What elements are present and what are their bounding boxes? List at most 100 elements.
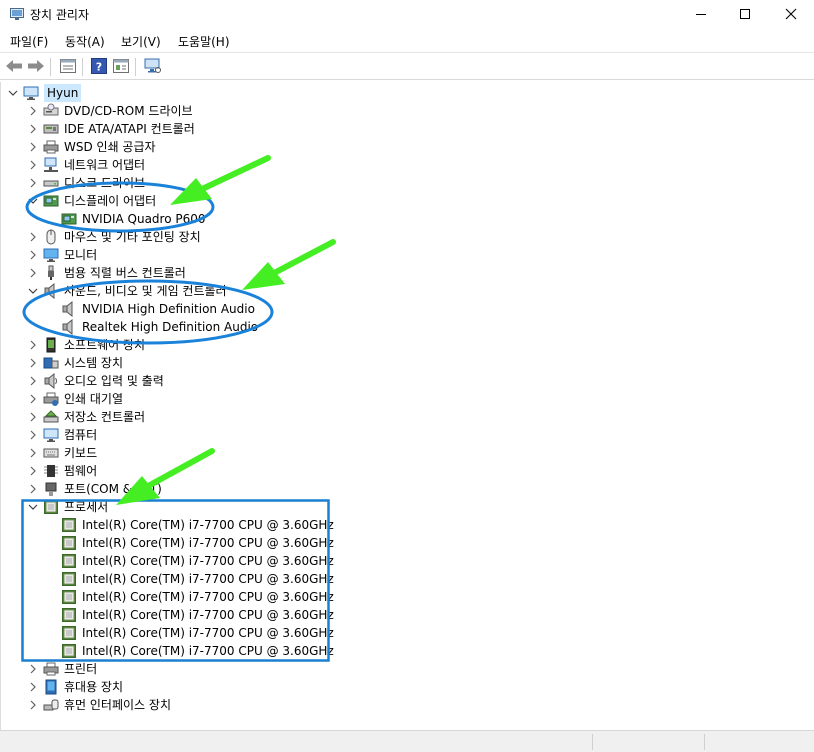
menu-view[interactable]: 보기(V) [121, 33, 161, 50]
close-button[interactable] [768, 0, 814, 30]
tree-category-item[interactable]: 키보드 [27, 444, 97, 462]
chevron-right-icon[interactable] [27, 375, 39, 387]
tree-root-item[interactable]: Hyun [7, 84, 82, 102]
properties-button[interactable] [58, 57, 78, 77]
chevron-down-icon[interactable] [27, 501, 39, 513]
tree-device-item[interactable]: Intel(R) Core(TM) i7-7700 CPU @ 3.60GHz [45, 642, 334, 660]
status-divider [704, 734, 705, 750]
chevron-right-icon[interactable] [27, 465, 39, 477]
chevron-right-icon[interactable] [27, 249, 39, 261]
monitor-scan-icon [144, 58, 162, 77]
chevron-right-icon[interactable] [27, 177, 39, 189]
chevron-down-icon[interactable] [7, 87, 19, 99]
tree-category-item[interactable]: 디스플레이 어댑터 [27, 192, 156, 210]
chevron-right-icon[interactable] [27, 411, 39, 423]
tree-device-item[interactable]: Intel(R) Core(TM) i7-7700 CPU @ 3.60GHz [45, 624, 334, 642]
menu-action[interactable]: 동작(A) [65, 33, 105, 50]
chevron-right-icon[interactable] [27, 663, 39, 675]
tree-category-item[interactable]: 오디오 입력 및 출력 [27, 372, 164, 390]
tree-item-label: Intel(R) Core(TM) i7-7700 CPU @ 3.60GHz [82, 590, 334, 604]
tree-item-label: 범용 직렬 버스 컨트롤러 [64, 266, 186, 280]
minimize-button[interactable] [678, 0, 724, 30]
tree-item-label: Hyun [44, 84, 82, 102]
tree-device-item[interactable]: Intel(R) Core(TM) i7-7700 CPU @ 3.60GHz [45, 516, 334, 534]
tree-category-item[interactable]: 모니터 [27, 246, 97, 264]
chevron-right-icon[interactable] [27, 447, 39, 459]
tree-category-item[interactable]: 휴먼 인터페이스 장치 [27, 696, 171, 714]
tree-category-item[interactable]: 소프트웨어 장치 [27, 336, 145, 354]
display-adapter-icon [61, 211, 77, 227]
tree-category-item[interactable]: 범용 직렬 버스 컨트롤러 [27, 264, 186, 282]
tree-device-item[interactable]: Intel(R) Core(TM) i7-7700 CPU @ 3.60GHz [45, 552, 334, 570]
tree-item-label: 마우스 및 기타 포인팅 장치 [64, 230, 201, 244]
chevron-right-icon[interactable] [27, 357, 39, 369]
scan-hardware-button[interactable] [143, 57, 163, 77]
tree-category-item[interactable]: DVD/CD-ROM 드라이브 [27, 102, 193, 120]
chevron-right-icon[interactable] [27, 699, 39, 711]
monitor-icon [43, 247, 59, 263]
back-button[interactable] [4, 57, 24, 77]
device-manager-icon [10, 8, 24, 20]
device-tree[interactable]: Hyun DVD/CD-ROM 드라이브 IDE ATA/ATAPI 컨트롤러 WSD… [0, 82, 812, 730]
tree-category-item[interactable]: 마우스 및 기타 포인팅 장치 [27, 228, 201, 246]
chevron-down-icon[interactable] [27, 195, 39, 207]
tree-category-item[interactable]: 시스템 장치 [27, 354, 123, 372]
chevron-right-icon[interactable] [27, 483, 39, 495]
mouse-icon [43, 229, 59, 245]
details-icon [113, 58, 129, 76]
tree-device-item[interactable]: Intel(R) Core(TM) i7-7700 CPU @ 3.60GHz [45, 606, 334, 624]
tree-device-item[interactable]: NVIDIA Quadro P600 [45, 210, 206, 228]
tree-category-item[interactable]: 프로세서 [27, 498, 108, 516]
tree-category-item[interactable]: 디스크 드라이브 [27, 174, 145, 192]
tree-device-item[interactable]: Realtek High Definition Audio [45, 318, 258, 336]
forward-icon [27, 59, 45, 76]
chevron-right-icon[interactable] [27, 681, 39, 693]
tree-category-item[interactable]: 휴대용 장치 [27, 678, 123, 696]
tree-category-item[interactable]: 인쇄 대기열 [27, 390, 123, 408]
title-bar[interactable]: 장치 관리자 [0, 0, 814, 30]
forward-button[interactable] [26, 57, 46, 77]
chevron-right-icon[interactable] [27, 105, 39, 117]
chevron-down-icon[interactable] [27, 285, 39, 297]
help-button[interactable]: ? [89, 57, 109, 77]
details-button[interactable] [111, 57, 131, 77]
menu-file[interactable]: 파일(F) [10, 33, 48, 50]
tree-item-label: Realtek High Definition Audio [82, 320, 259, 334]
status-divider [592, 734, 593, 750]
tree-category-item[interactable]: 포트(COM & LPT) [27, 480, 162, 498]
tree-category-item[interactable]: 펌웨어 [27, 462, 97, 480]
tree-item-label: 오디오 입력 및 출력 [64, 374, 164, 388]
port-icon [43, 481, 59, 497]
tree-category-item[interactable]: IDE ATA/ATAPI 컨트롤러 [27, 120, 195, 138]
chevron-right-icon[interactable] [27, 159, 39, 171]
tree-device-item[interactable]: Intel(R) Core(TM) i7-7700 CPU @ 3.60GHz [45, 570, 334, 588]
tree-category-item[interactable]: 저장소 컨트롤러 [27, 408, 145, 426]
maximize-button[interactable] [722, 0, 768, 30]
tree-device-item[interactable]: NVIDIA High Definition Audio [45, 300, 255, 318]
tree-item-label: DVD/CD-ROM 드라이브 [64, 104, 193, 118]
printer-icon [43, 661, 59, 677]
tree-item-label: Intel(R) Core(TM) i7-7700 CPU @ 3.60GHz [82, 626, 334, 640]
processor-icon [61, 643, 77, 659]
tree-category-item[interactable]: WSD 인쇄 공급자 [27, 138, 156, 156]
tree-category-item[interactable]: 사운드, 비디오 및 게임 컨트롤러 [27, 282, 227, 300]
tree-category-item[interactable]: 프린터 [27, 660, 97, 678]
processor-icon [61, 625, 77, 641]
tree-device-item[interactable]: Intel(R) Core(TM) i7-7700 CPU @ 3.60GHz [45, 588, 334, 606]
chevron-right-icon[interactable] [27, 267, 39, 279]
chevron-right-icon[interactable] [27, 393, 39, 405]
chevron-right-icon[interactable] [27, 123, 39, 135]
tree-category-item[interactable]: 컴퓨터 [27, 426, 97, 444]
chevron-right-icon[interactable] [27, 429, 39, 441]
tree-item-label: 저장소 컨트롤러 [64, 410, 146, 424]
chevron-right-icon[interactable] [27, 141, 39, 153]
chevron-right-icon[interactable] [27, 231, 39, 243]
toolbar: ? [0, 52, 814, 80]
chevron-right-icon[interactable] [27, 339, 39, 351]
menu-help[interactable]: 도움말(H) [178, 33, 230, 50]
tree-category-item[interactable]: 네트워크 어댑터 [27, 156, 145, 174]
tree-device-item[interactable]: Intel(R) Core(TM) i7-7700 CPU @ 3.60GHz [45, 534, 334, 552]
